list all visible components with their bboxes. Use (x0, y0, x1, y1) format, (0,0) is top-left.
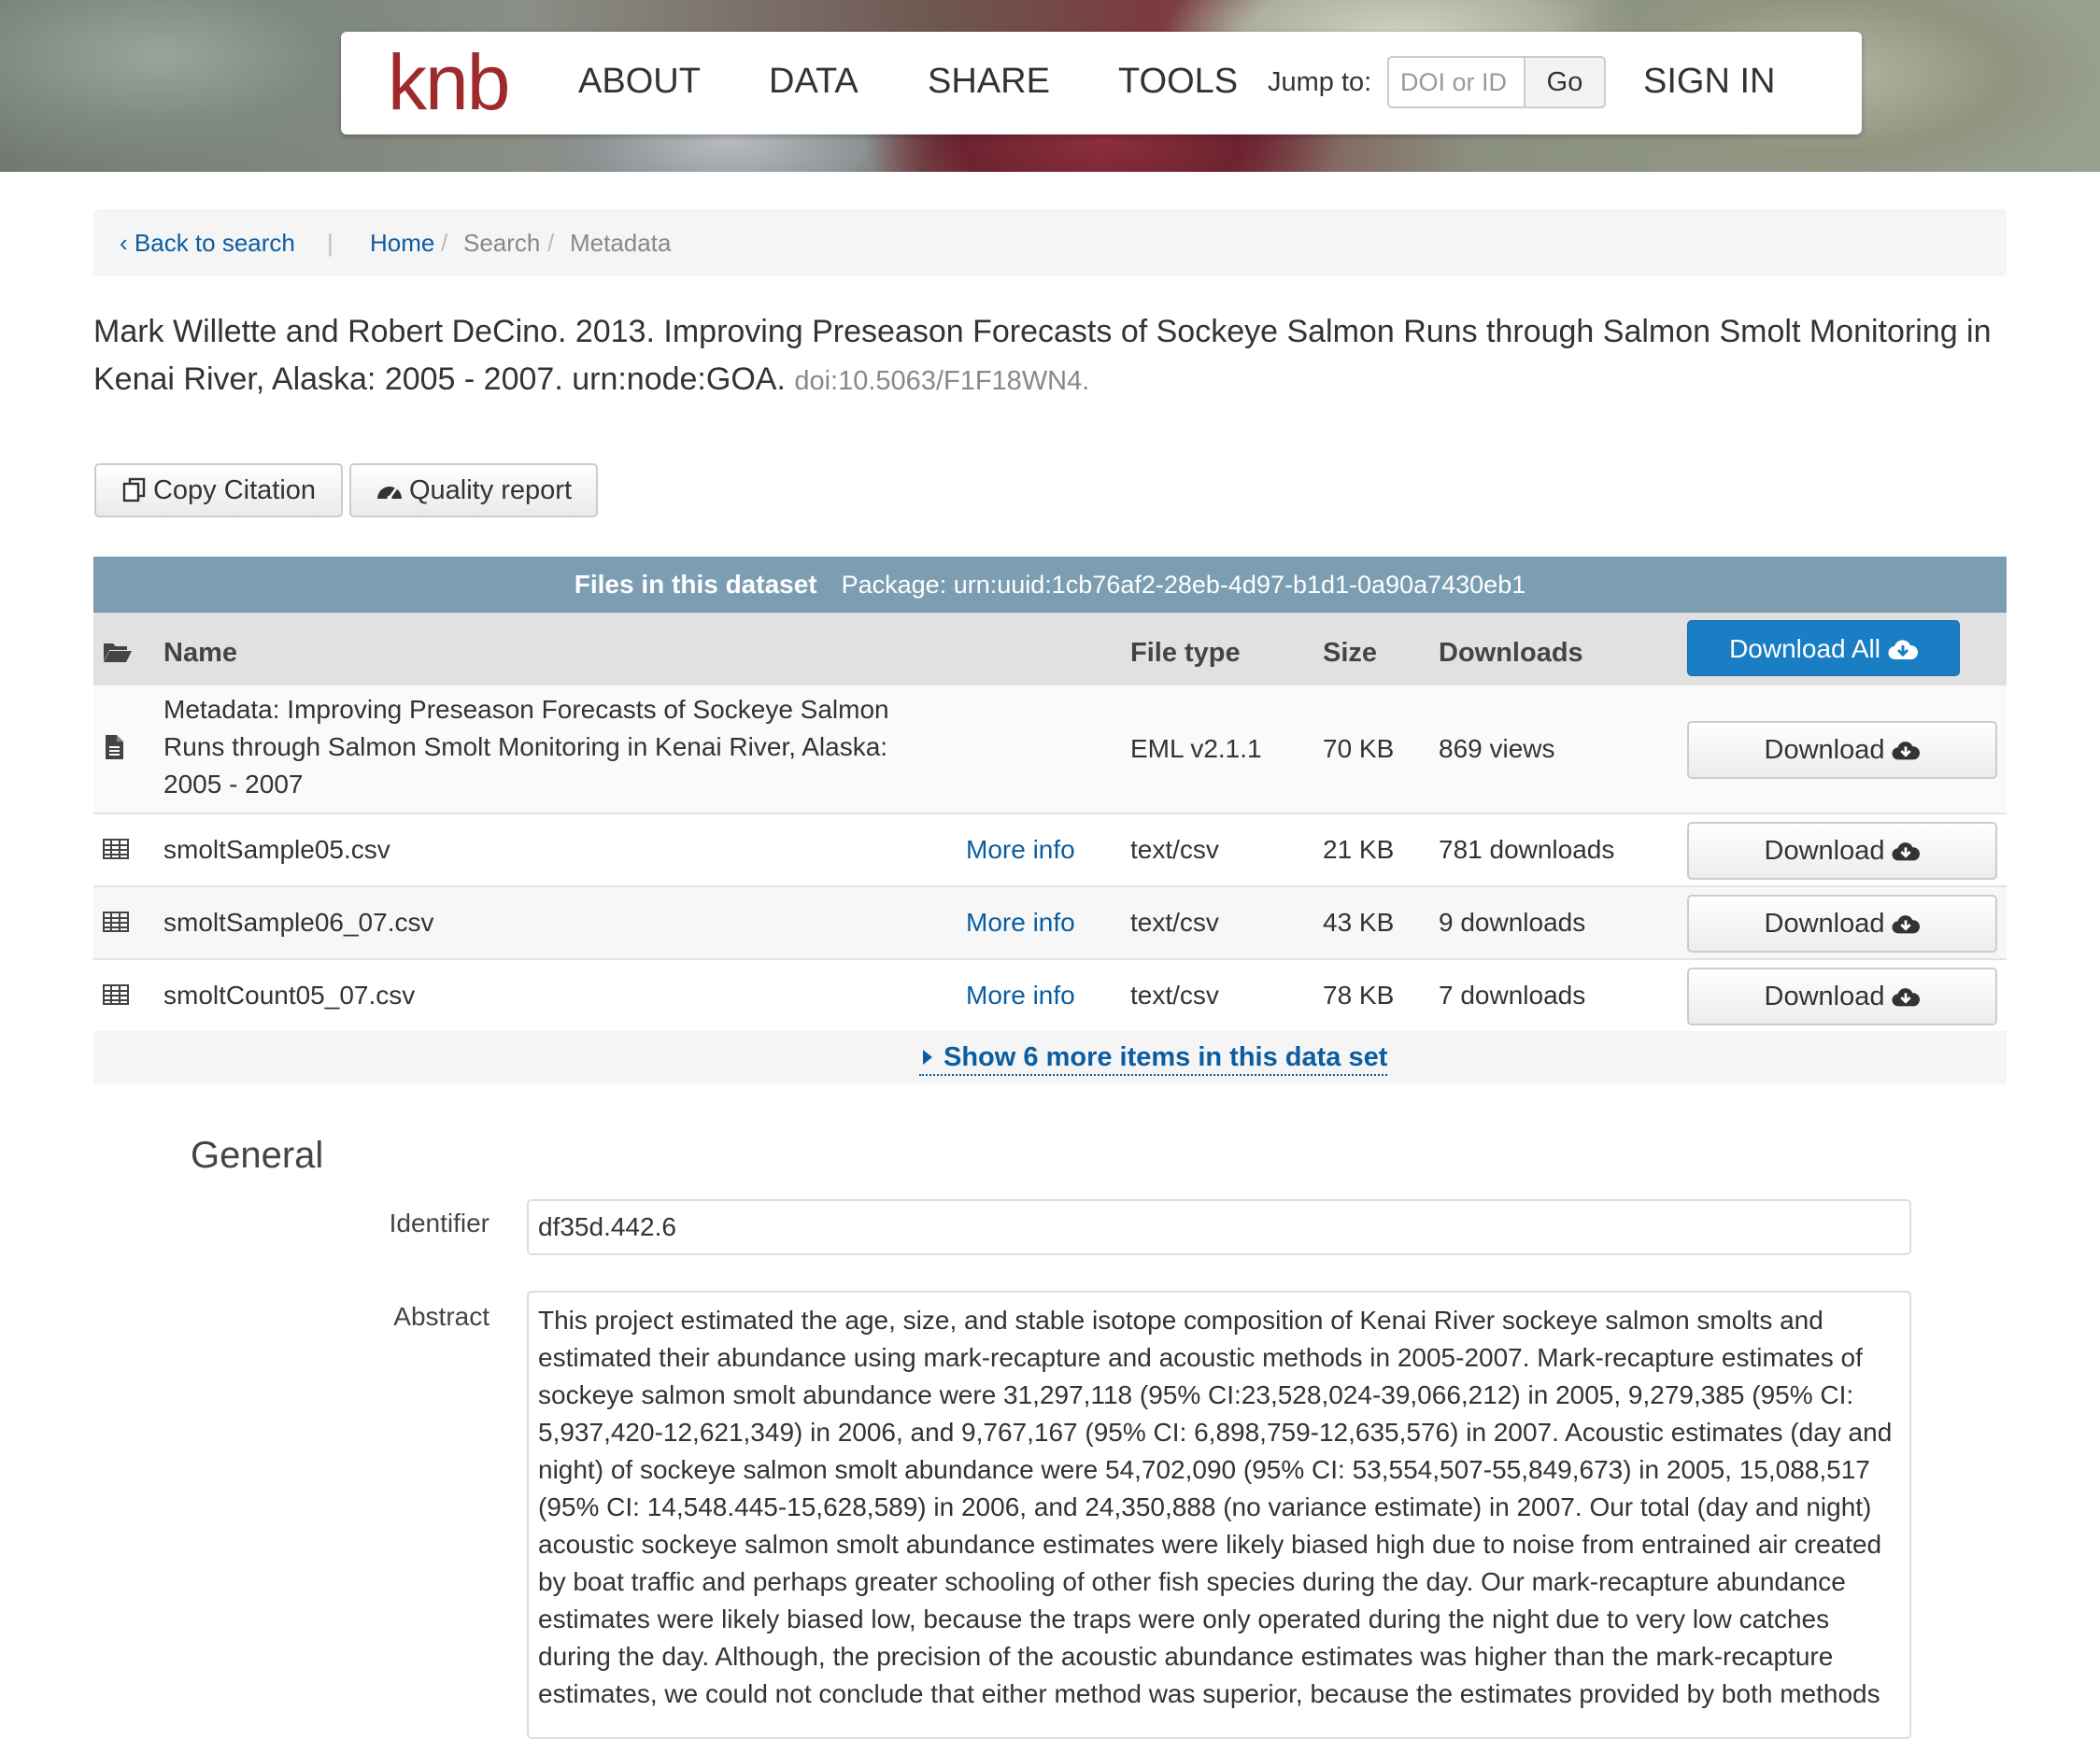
file-name[interactable]: smoltSample06_07.csv (163, 904, 433, 941)
doi-search-input[interactable] (1387, 56, 1524, 108)
knb-logo[interactable]: knb (388, 43, 510, 121)
citation-doi: doi:10.5063/F1F18WN4. (794, 366, 1090, 396)
download-label: Download (1764, 836, 1885, 866)
download-button[interactable]: Download (1687, 895, 1997, 953)
nav-data[interactable]: DATA (769, 60, 858, 103)
download-all-label: Download All (1729, 634, 1880, 663)
file-name[interactable]: smoltCount05_07.csv (163, 977, 415, 1014)
table-icon (103, 839, 129, 859)
cloud-download-icon (1892, 915, 1921, 934)
file-size: 78 KB (1323, 981, 1395, 1010)
download-button[interactable]: Download (1687, 822, 1997, 880)
file-downloads: 7 downloads (1439, 981, 1586, 1010)
download-label: Download (1764, 982, 1885, 1011)
table-row: smoltCount05_07.csv More info text/csv 7… (93, 960, 2007, 1033)
quality-report-button[interactable]: Quality report (349, 463, 598, 517)
hero-banner: knb ABOUT DATA SHARE TOOLS Jump to: Go S… (0, 0, 2100, 172)
file-name: Metadata: Improving Preseason Forecasts … (163, 695, 889, 799)
file-text-icon (106, 735, 123, 759)
general-heading: General (191, 1135, 324, 1176)
column-downloads[interactable]: Downloads (1439, 637, 1583, 669)
show-more-bar: Show 6 more items in this data set (93, 1031, 2007, 1083)
file-size: 70 KB (1323, 734, 1395, 763)
breadcrumb-current: Metadata (570, 229, 672, 257)
file-type: EML v2.1.1 (1130, 734, 1262, 763)
navbar: knb ABOUT DATA SHARE TOOLS Jump to: Go S… (341, 32, 1862, 134)
identifier-field[interactable]: df35d.442.6 (527, 1199, 1911, 1255)
file-type: text/csv (1130, 835, 1219, 864)
file-size: 21 KB (1323, 835, 1395, 864)
breadcrumb-slash: / (441, 229, 448, 257)
more-info-link[interactable]: More info (966, 904, 1075, 941)
go-button[interactable]: Go (1524, 56, 1606, 108)
abstract-field[interactable]: This project estimated the age, size, an… (527, 1291, 1911, 1739)
folder-open-icon (104, 643, 132, 662)
breadcrumb-divider: | (327, 229, 333, 257)
caret-right-icon (923, 1050, 932, 1065)
more-info-link[interactable]: More info (966, 977, 1075, 1014)
download-all-button[interactable]: Download All (1687, 620, 1960, 676)
table-icon (103, 984, 129, 1005)
back-to-search-link[interactable]: ‹ Back to search (120, 228, 295, 258)
download-button[interactable]: Download (1687, 968, 1997, 1025)
file-downloads: 781 downloads (1439, 835, 1615, 864)
file-downloads: 9 downloads (1439, 908, 1586, 937)
table-row: Metadata: Improving Preseason Forecasts … (93, 686, 2007, 814)
breadcrumb-home[interactable]: Home (370, 228, 434, 258)
file-type: text/csv (1130, 981, 1219, 1010)
table-row: smoltSample05.csv More info text/csv 21 … (93, 814, 2007, 887)
table-row: smoltSample06_07.csv More info text/csv … (93, 887, 2007, 960)
quality-report-label: Quality report (408, 475, 573, 505)
column-name[interactable]: Name (163, 637, 237, 669)
more-info-link[interactable]: More info (966, 831, 1075, 869)
jump-to-label: Jump to: (1268, 67, 1372, 97)
cloud-download-icon (1892, 742, 1921, 760)
download-label: Download (1764, 909, 1885, 939)
download-button[interactable]: Download (1687, 721, 1997, 779)
column-file-type[interactable]: File type (1130, 637, 1241, 669)
file-downloads: 869 views (1439, 734, 1555, 763)
breadcrumb-slash: / (547, 229, 555, 257)
file-type: text/csv (1130, 908, 1219, 937)
chevron-left-icon: ‹ (120, 229, 135, 257)
show-more-link[interactable]: Show 6 more items in this data set (919, 1040, 1388, 1076)
citation: Mark Willette and Robert DeCino. 2013. I… (93, 308, 2018, 405)
show-more-label: Show 6 more items in this data set (944, 1042, 1388, 1072)
cloud-download-icon (1892, 842, 1921, 861)
breadcrumb: ‹ Back to search | Home / Search / Metad… (93, 209, 2007, 276)
download-label: Download (1764, 735, 1885, 765)
copy-citation-label: Copy Citation (152, 475, 317, 505)
back-to-search-label: Back to search (134, 229, 295, 257)
copy-citation-button[interactable]: Copy Citation (94, 463, 343, 517)
cloud-download-icon (1892, 988, 1921, 1007)
table-icon (103, 912, 129, 932)
identifier-label: Identifier (389, 1209, 490, 1237)
package-id: Package: urn:uuid:1cb76af2-28eb-4d97-b1d… (841, 571, 1526, 599)
files-header: Files in this dataset Package: urn:uuid:1… (93, 557, 2007, 613)
files-title: Files in this dataset (574, 570, 817, 599)
column-size[interactable]: Size (1323, 637, 1377, 669)
files-column-headers: Name File type Size Downloads Download A… (93, 613, 2007, 686)
nav-share[interactable]: SHARE (928, 60, 1050, 103)
dashboard-icon (376, 487, 402, 501)
breadcrumb-search[interactable]: Search (463, 228, 540, 258)
sign-in-link[interactable]: SIGN IN (1643, 60, 1775, 103)
abstract-label: Abstract (393, 1302, 490, 1331)
file-size: 43 KB (1323, 908, 1395, 937)
nav-tools[interactable]: TOOLS (1118, 60, 1238, 103)
nav-about[interactable]: ABOUT (578, 60, 701, 103)
copy-icon (122, 477, 146, 502)
cloud-download-icon (1888, 640, 1918, 660)
file-name[interactable]: smoltSample05.csv (163, 831, 390, 869)
